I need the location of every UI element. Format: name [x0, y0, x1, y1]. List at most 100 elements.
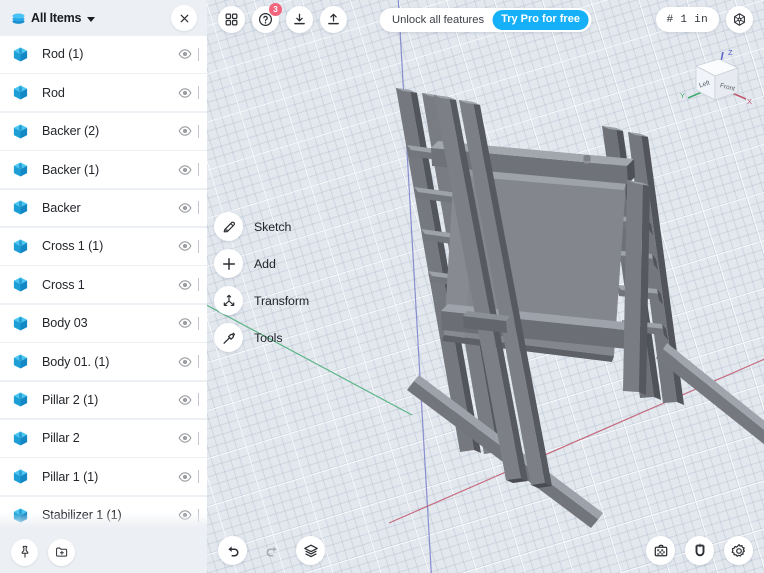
tools-hammer-icon	[214, 323, 243, 352]
upgrade-promo-banner: Unlock all features Try Pro for free	[379, 8, 592, 32]
view-orientation-cube[interactable]: Left Front Z Y X	[676, 46, 758, 122]
gear-icon[interactable]	[724, 536, 753, 565]
list-item-label: Stabilizer 1 (1)	[42, 508, 122, 523]
body-cube-icon	[12, 161, 29, 178]
list-item-label: Rod	[42, 85, 65, 100]
list-item[interactable]: Body 01. (1)	[0, 343, 207, 380]
viewport-top-right-toolbar: # 1 in	[655, 6, 753, 33]
sidebar-title: All Items	[31, 11, 82, 25]
close-icon[interactable]	[171, 5, 197, 31]
export-icon[interactable]	[320, 6, 347, 33]
list-item-controls	[178, 228, 207, 265]
list-item-controls	[178, 190, 207, 227]
grid-units-indicator[interactable]: # 1 in	[655, 7, 719, 32]
body-cube-icon	[12, 199, 29, 216]
list-item[interactable]: Body 03	[0, 304, 207, 342]
sidebar-footer	[0, 531, 207, 573]
eye-icon[interactable]	[178, 278, 192, 292]
body-cube-icon	[12, 315, 29, 332]
list-item-controls	[178, 266, 207, 303]
viewport-top-left-toolbar: 3	[218, 3, 347, 33]
list-item[interactable]: Stabilizer 1 (1)	[0, 496, 207, 531]
tool-sketch-label: Sketch	[254, 219, 292, 234]
list-item-label: Backer (1)	[42, 162, 100, 177]
chevron-down-icon	[87, 16, 96, 22]
tool-tools[interactable]: Tools	[214, 323, 309, 352]
body-cube-icon	[12, 84, 29, 101]
sidebar-header: All Items	[0, 0, 207, 36]
help-notification-badge: 3	[269, 3, 282, 16]
list-item-controls	[178, 113, 207, 150]
list-item-label: Body 01. (1)	[42, 354, 110, 369]
magnet-snap-icon[interactable]	[685, 536, 714, 565]
eye-icon[interactable]	[178, 470, 192, 484]
list-item-label: Backer	[42, 200, 81, 215]
import-icon[interactable]	[286, 6, 313, 33]
row-divider	[198, 355, 199, 369]
3d-viewport[interactable]: 3 Unlock all features Try Pro for free #…	[207, 0, 764, 573]
all-items-dropdown[interactable]: All Items	[11, 11, 96, 26]
tool-sketch[interactable]: Sketch	[214, 212, 309, 241]
row-divider	[198, 431, 199, 445]
eye-icon[interactable]	[178, 86, 192, 100]
list-item[interactable]: Pillar 2	[0, 419, 207, 457]
pin-icon[interactable]	[11, 538, 38, 566]
cube-axis-x: X	[747, 97, 752, 106]
list-item-label: Cross 1	[42, 277, 85, 292]
grid-view-icon[interactable]	[218, 6, 245, 33]
tool-add[interactable]: Add	[214, 249, 309, 278]
eye-icon[interactable]	[178, 431, 192, 445]
tool-menu: Sketch Add Transform Tools	[214, 212, 309, 352]
list-item[interactable]: Cross 1 (1)	[0, 227, 207, 265]
list-item[interactable]: Backer (2)	[0, 112, 207, 150]
cube-axis-z: Z	[728, 48, 733, 57]
body-cube-icon	[12, 276, 29, 293]
body-cube-icon	[12, 468, 29, 485]
body-cube-icon	[12, 507, 29, 524]
row-divider	[198, 393, 199, 407]
list-item[interactable]: Backer	[0, 189, 207, 227]
list-item-label: Cross 1 (1)	[42, 239, 104, 254]
list-item-controls	[178, 382, 207, 419]
eye-icon[interactable]	[178, 316, 192, 330]
new-folder-icon[interactable]	[48, 538, 75, 566]
list-item[interactable]: Pillar 2 (1)	[0, 381, 207, 419]
eye-icon[interactable]	[178, 201, 192, 215]
eye-icon[interactable]	[178, 239, 192, 253]
try-pro-button[interactable]: Try Pro for free	[492, 10, 589, 30]
list-item-controls	[178, 497, 207, 531]
eye-icon[interactable]	[178, 508, 192, 522]
list-item[interactable]: Pillar 1 (1)	[0, 458, 207, 496]
layers-icon[interactable]	[296, 536, 325, 565]
perspective-icon[interactable]	[726, 6, 753, 33]
row-divider	[198, 201, 199, 215]
row-divider	[198, 239, 199, 253]
eye-icon[interactable]	[178, 124, 192, 138]
row-divider	[198, 47, 199, 61]
eye-icon[interactable]	[178, 393, 192, 407]
list-item-controls	[178, 458, 207, 495]
list-item[interactable]: Cross 1	[0, 266, 207, 304]
undo-icon[interactable]	[218, 536, 247, 565]
body-cube-icon	[12, 353, 29, 370]
tool-add-label: Add	[254, 256, 276, 271]
body-item-list[interactable]: Rod (1) Rod Backer (2) Backer (1) Backer…	[0, 36, 207, 531]
list-item-label: Pillar 2	[42, 431, 80, 446]
body-cube-icon	[12, 46, 29, 63]
tool-transform[interactable]: Transform	[214, 286, 309, 315]
help-icon[interactable]: 3	[252, 3, 282, 33]
body-cube-icon	[12, 123, 29, 140]
stack-icon	[11, 11, 26, 26]
body-cube-icon	[12, 430, 29, 447]
list-item[interactable]: Rod	[0, 74, 207, 112]
eye-icon[interactable]	[178, 163, 192, 177]
list-item[interactable]: Backer (1)	[0, 151, 207, 188]
eye-icon[interactable]	[178, 47, 192, 61]
sketch-pencil-icon	[214, 212, 243, 241]
materials-icon[interactable]	[646, 536, 675, 565]
tool-tools-label: Tools	[254, 330, 283, 345]
cube-axis-y: Y	[680, 91, 685, 100]
list-item[interactable]: Rod (1)	[0, 36, 207, 73]
redo-icon	[257, 536, 286, 565]
eye-icon[interactable]	[178, 355, 192, 369]
